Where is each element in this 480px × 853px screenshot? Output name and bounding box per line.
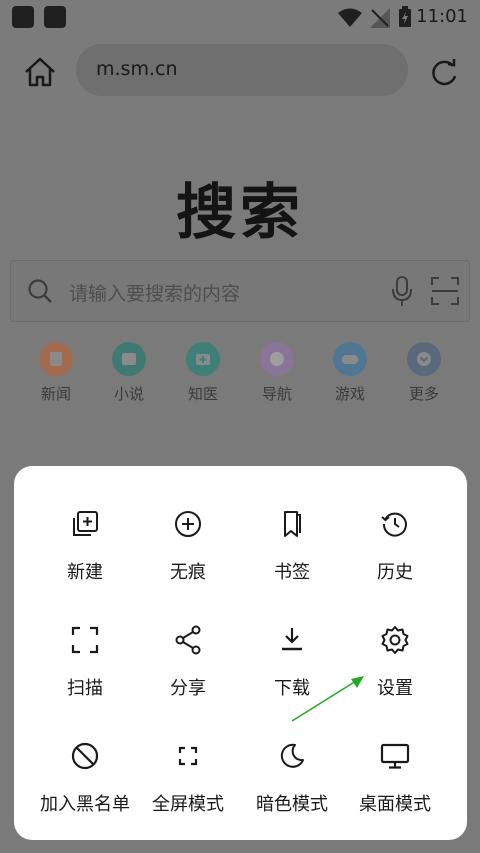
search-logo: 搜索 bbox=[176, 178, 304, 248]
quick-link-more[interactable]: 更多 bbox=[394, 342, 454, 404]
desktop-icon bbox=[380, 743, 410, 769]
quick-link-medical[interactable]: 知医 bbox=[173, 342, 233, 404]
search-input[interactable]: 请输入要搜索的内容 bbox=[10, 260, 470, 322]
url-text: m.sm.cn bbox=[96, 58, 178, 80]
menu-item-history[interactable]: 历史 bbox=[343, 508, 447, 584]
gear-icon bbox=[381, 626, 409, 654]
status-time: 11:01 bbox=[416, 6, 468, 27]
no-signal-icon bbox=[370, 8, 390, 28]
menu-item-desktop-mode[interactable]: 桌面模式 bbox=[343, 740, 447, 816]
menu-item-label: 新建 bbox=[67, 562, 103, 583]
book-icon bbox=[112, 342, 146, 376]
menu-item-label: 无痕 bbox=[170, 562, 206, 583]
menu-item-label: 扫描 bbox=[67, 678, 103, 699]
menu-item-incognito[interactable]: 无痕 bbox=[136, 508, 240, 584]
menu-item-label: 暗色模式 bbox=[256, 794, 328, 815]
news-icon bbox=[39, 342, 73, 376]
menu-item-label: 历史 bbox=[377, 562, 413, 583]
quick-link-news[interactable]: 新闻 bbox=[26, 342, 86, 404]
scan-frame-icon bbox=[71, 626, 99, 654]
history-icon bbox=[381, 512, 407, 537]
menu-item-blacklist[interactable]: 加入黑名单 bbox=[33, 740, 137, 816]
menu-item-label: 下载 bbox=[274, 678, 310, 699]
quick-link-label: 更多 bbox=[408, 385, 439, 403]
moon-icon bbox=[280, 743, 304, 768]
fullscreen-icon bbox=[178, 746, 198, 766]
search-icon bbox=[28, 279, 52, 303]
menu-item-scan[interactable]: 扫描 bbox=[33, 624, 137, 700]
quick-link-label: 游戏 bbox=[334, 385, 365, 403]
menu-item-label: 书签 bbox=[274, 562, 310, 583]
notification-icon bbox=[12, 6, 34, 28]
gamepad-icon bbox=[333, 342, 367, 376]
home-icon[interactable] bbox=[20, 52, 60, 92]
quick-link-games[interactable]: 游戏 bbox=[320, 342, 380, 404]
microphone-icon[interactable] bbox=[391, 275, 413, 307]
medical-kit-icon bbox=[186, 342, 220, 376]
quick-link-novel[interactable]: 小说 bbox=[99, 342, 159, 404]
incognito-plus-icon bbox=[175, 511, 201, 537]
menu-item-label: 设置 bbox=[377, 678, 413, 699]
quick-link-label: 新闻 bbox=[40, 385, 71, 403]
menu-item-label: 分享 bbox=[170, 678, 206, 699]
browser-toolbar: m.sm.cn bbox=[0, 34, 480, 120]
menu-item-share[interactable]: 分享 bbox=[136, 624, 240, 700]
reload-icon[interactable] bbox=[424, 52, 464, 92]
quick-link-navigation[interactable]: 导航 bbox=[247, 342, 307, 404]
share-icon bbox=[175, 625, 201, 655]
download-icon bbox=[282, 628, 302, 651]
battery-charging-icon bbox=[399, 6, 411, 27]
bookmark-icon bbox=[284, 511, 301, 537]
menu-item-settings[interactable]: 设置 bbox=[343, 624, 447, 700]
qr-scan-icon[interactable] bbox=[431, 277, 459, 305]
compass-icon bbox=[260, 342, 294, 376]
menu-item-dark-mode[interactable]: 暗色模式 bbox=[240, 740, 344, 816]
menu-item-label: 全屏模式 bbox=[152, 794, 224, 815]
menu-item-bookmarks[interactable]: 书签 bbox=[240, 508, 344, 584]
new-tab-icon bbox=[73, 511, 98, 536]
menu-item-label: 加入黑名单 bbox=[40, 794, 130, 815]
menu-item-download[interactable]: 下载 bbox=[240, 624, 344, 700]
quick-link-label: 知医 bbox=[187, 385, 218, 403]
menu-item-new-tab[interactable]: 新建 bbox=[33, 508, 137, 584]
menu-item-fullscreen[interactable]: 全屏模式 bbox=[136, 740, 240, 816]
address-bar[interactable]: m.sm.cn bbox=[76, 44, 408, 96]
quick-link-label: 小说 bbox=[113, 385, 144, 403]
browser-menu-sheet: 新建 无痕 书签 历史 扫描 分享 下载 设置 加入黑名单 全屏模式 暗色模式 … bbox=[14, 466, 467, 840]
notification-icon bbox=[44, 6, 66, 28]
wifi-icon bbox=[338, 8, 362, 27]
more-chevron-icon bbox=[407, 342, 441, 376]
menu-item-label: 桌面模式 bbox=[359, 794, 431, 815]
search-placeholder: 请输入要搜索的内容 bbox=[69, 283, 241, 305]
status-bar: 11:01 bbox=[0, 0, 480, 34]
block-icon bbox=[71, 742, 99, 770]
quick-link-label: 导航 bbox=[261, 385, 292, 403]
